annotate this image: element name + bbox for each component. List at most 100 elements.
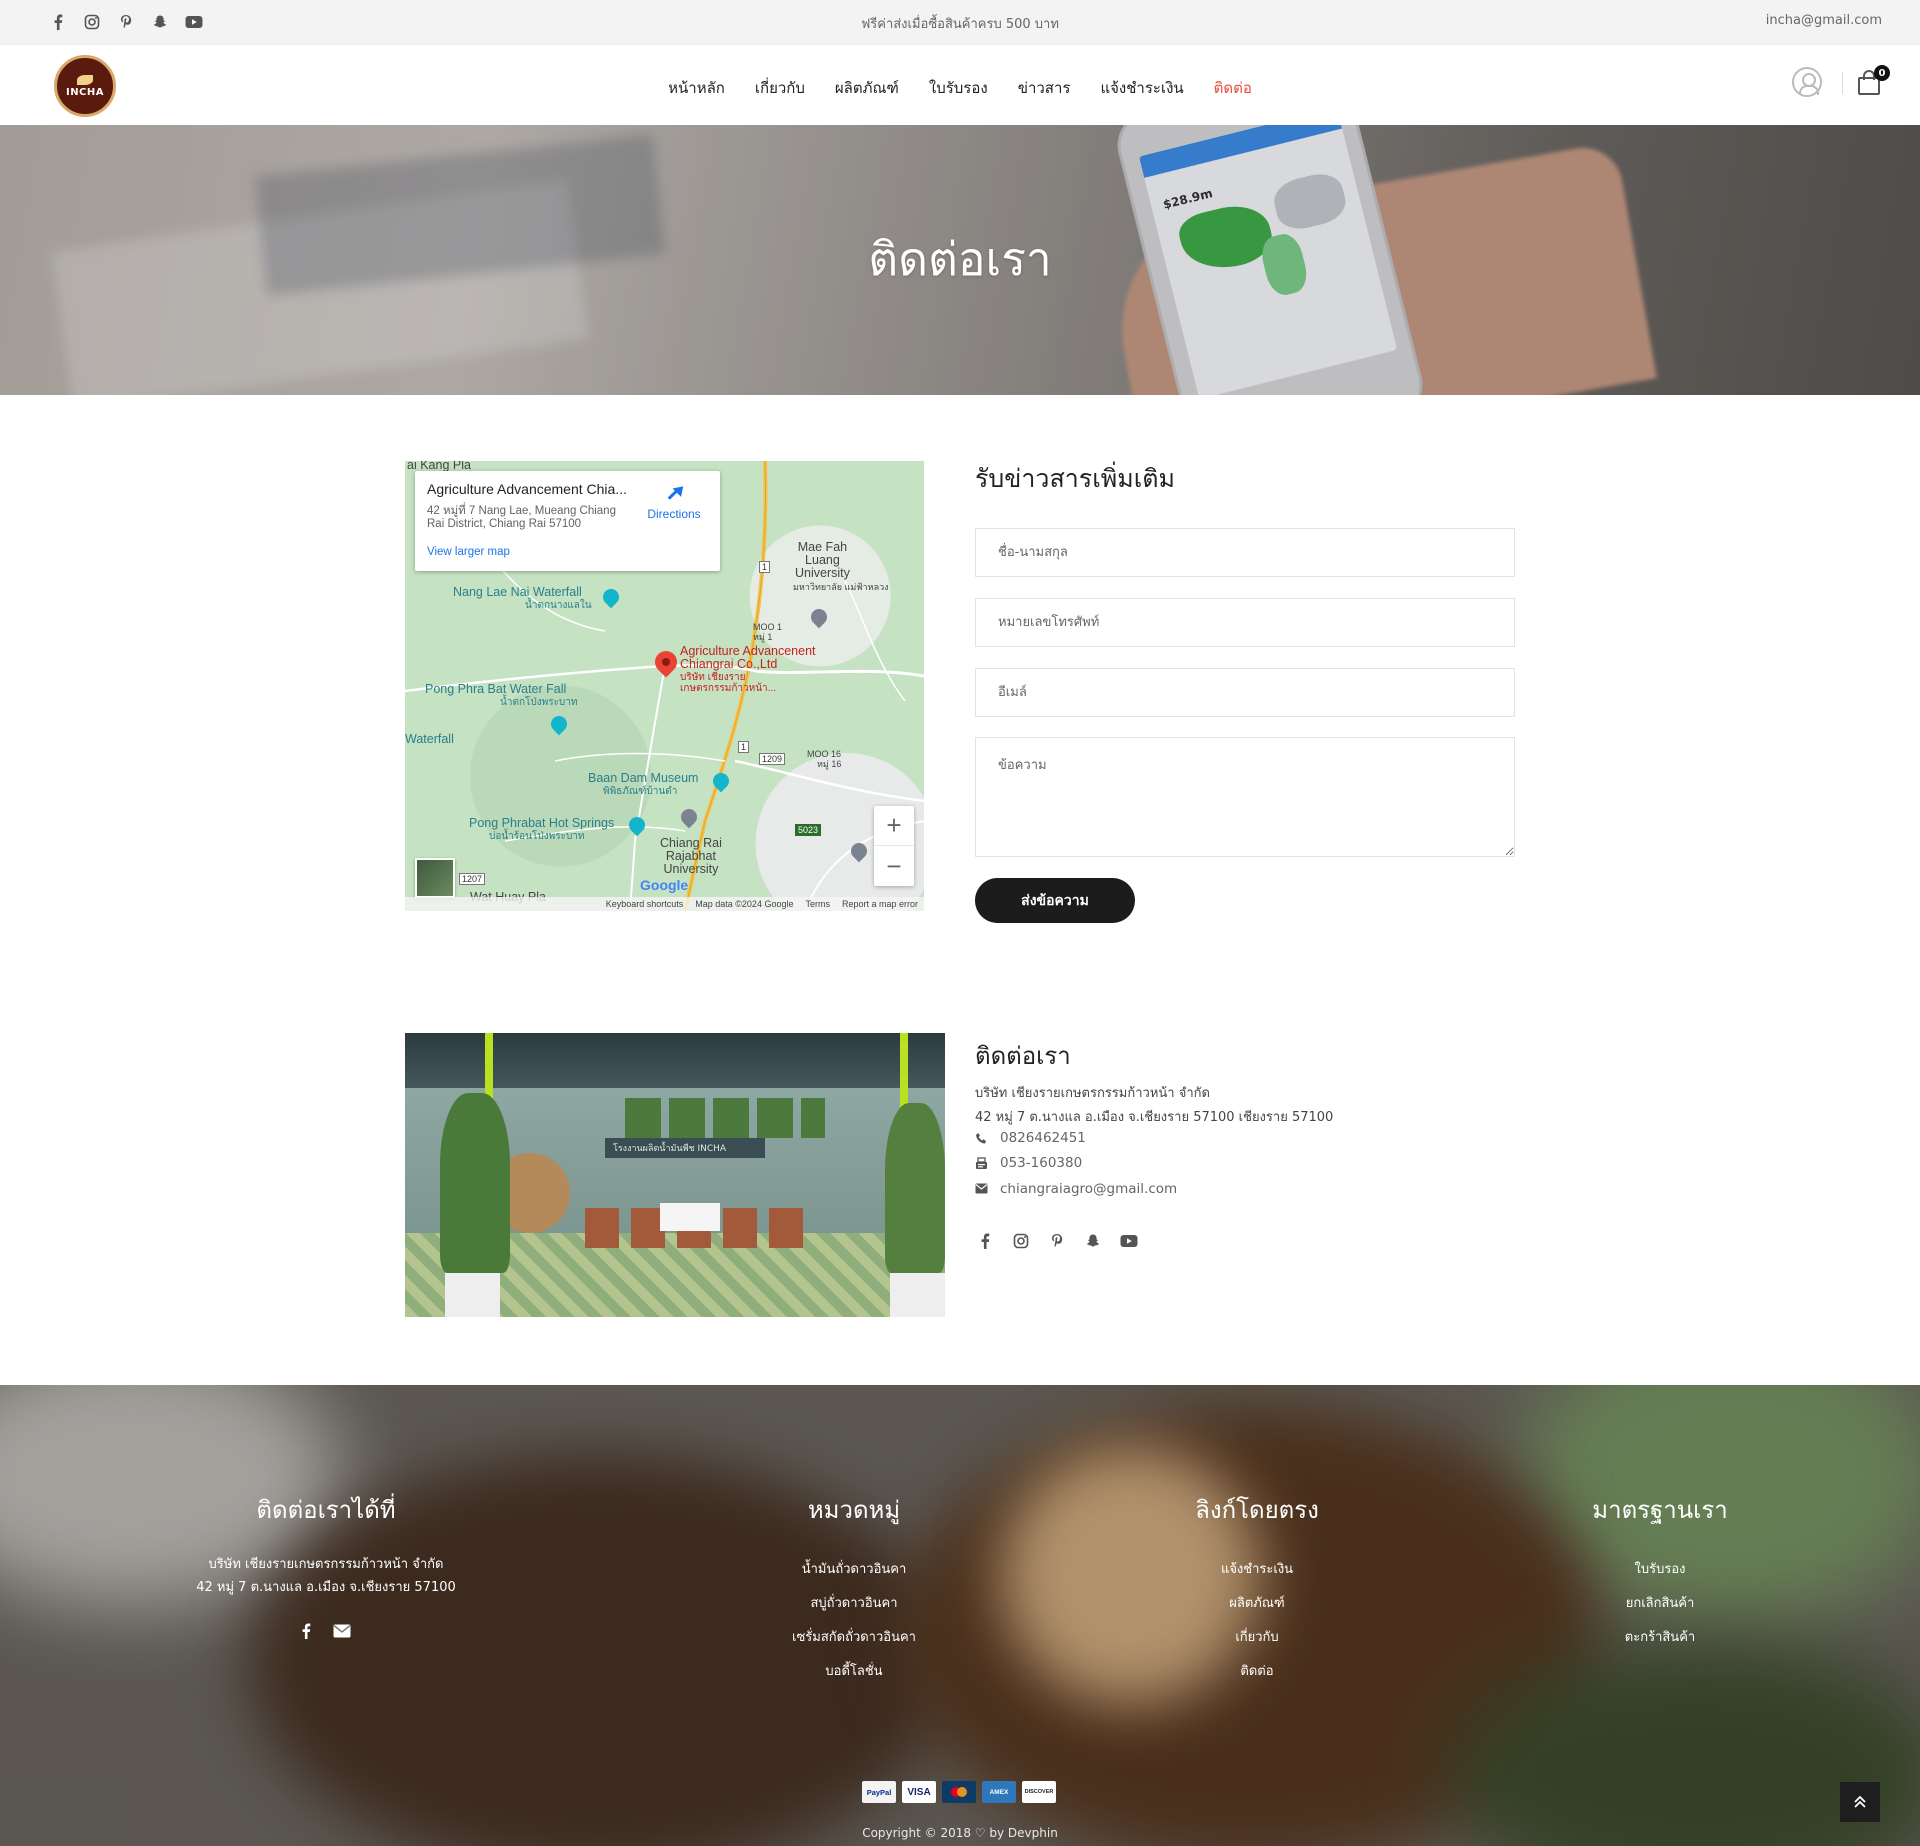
map-label: Baan Dam Museum: [588, 771, 699, 785]
footer-link[interactable]: ใบรับรอง: [1540, 1553, 1780, 1587]
nav-item-contact[interactable]: ติดต่อ: [1214, 76, 1252, 100]
map-label: บ่อน้ำร้อนโป่งพระบาท: [489, 831, 585, 842]
send-message-button[interactable]: ส่งข้อความ: [975, 878, 1135, 923]
footer-category-title: หมวดหมู่: [807, 1496, 901, 1524]
footer-link[interactable]: ตะกร้าสินค้า: [1540, 1621, 1780, 1655]
footer-link[interactable]: บอดี้โลชั่น: [714, 1655, 994, 1689]
discover-icon: DISCOVER: [1022, 1781, 1056, 1803]
google-map-embed[interactable]: ai Kang Pla Mae Fah Luang University มหา…: [405, 461, 924, 911]
photo-wall-pictures: [625, 1098, 825, 1138]
footer-category-column: หมวดหมู่ น้ำมันถั่วดาวอินคา สบู่ถั่วดาวอ…: [714, 1490, 994, 1689]
photo-plant: [440, 1093, 510, 1273]
map-label: Chiang Rai Rajabhat University: [660, 837, 722, 876]
directions-button[interactable]: Directions: [644, 485, 704, 521]
user-account-icon[interactable]: [1792, 67, 1822, 97]
footer-address: 42 หมู่ 7 ต.นางแล อ.เมือง จ.เชียงราย 571…: [196, 1580, 456, 1595]
map-label: หมู่ 1: [753, 632, 773, 642]
mastercard-icon: [942, 1781, 976, 1803]
map-terms-link[interactable]: Terms: [805, 899, 830, 909]
cart-count-badge: 0: [1874, 65, 1890, 81]
view-larger-map-link[interactable]: View larger map: [427, 546, 708, 558]
footer-company: บริษัท เชียงรายเกษตรกรรมก้าวหน้า จำกัด: [208, 1557, 444, 1572]
zoom-in-button[interactable]: +: [874, 806, 914, 846]
contact-email[interactable]: chiangraiagro@gmail.com: [1000, 1181, 1177, 1197]
scroll-to-top-button[interactable]: [1840, 1782, 1880, 1822]
phone-input[interactable]: [975, 598, 1515, 647]
map-data-text: Map data ©2024 Google: [695, 899, 794, 909]
message-textarea[interactable]: [975, 737, 1515, 857]
visa-icon: VISA: [902, 1781, 936, 1803]
zoom-out-button[interactable]: −: [874, 846, 914, 886]
facebook-icon[interactable]: [301, 1623, 311, 1643]
photo-plant: [885, 1103, 945, 1273]
email-input[interactable]: [975, 668, 1515, 717]
footer-direct-links-column: ลิงก์โดยตรง แจ้งชำระเงิน ผลิตภัณฑ์ เกี่ย…: [1137, 1490, 1377, 1689]
footer-link[interactable]: สบู่ถั่วดาวอินคา: [714, 1587, 994, 1621]
photo-bench: [660, 1203, 720, 1231]
footer-contact-title: ติดต่อเราได้ที่: [256, 1496, 396, 1524]
footer-direct-links-title: ลิงก์โดยตรง: [1195, 1496, 1319, 1524]
page-title: ติดต่อเรา: [868, 232, 1052, 286]
map-place-address: 42 หมู่ที่ 7 Nang Lae, Mueang Chiang Rai…: [427, 505, 616, 530]
map-place-name: Agriculture Advancement Chia...: [427, 481, 627, 497]
nav-item-home[interactable]: หน้าหลัก: [668, 76, 725, 100]
pinterest-icon[interactable]: [1047, 1231, 1067, 1251]
instagram-icon[interactable]: [1011, 1231, 1031, 1251]
site-footer: ติดต่อเราได้ที่ บริษัท เชียงรายเกษตรกรรม…: [0, 1385, 1920, 1846]
newsletter-form-title: รับข่าวสารเพิ่มเติม: [975, 464, 1175, 493]
company-name: บริษัท เชียงรายเกษตรกรรมก้าวหน้า จำกัด: [975, 1086, 1210, 1101]
map-label: Pong Phrabat Hot Springs: [469, 816, 615, 830]
contact-fax: 053-160380: [1000, 1155, 1083, 1171]
map-label: น้ำตกนางแลใน: [525, 600, 592, 611]
cart-icon[interactable]: 0: [1858, 65, 1890, 95]
footer-link[interactable]: แจ้งชำระเงิน: [1137, 1553, 1377, 1587]
road-shield: 1209: [759, 753, 786, 765]
map-report-link[interactable]: Report a map error: [842, 899, 918, 909]
map-label: น้ำตกโป่งพระบาท: [500, 697, 578, 708]
main-menu: หน้าหลัก เกี่ยวกับ ผลิตภัณฑ์ ใบรับรอง ข่…: [0, 76, 1920, 100]
facebook-icon[interactable]: [975, 1231, 995, 1251]
main-navbar: INCHA หน้าหลัก เกี่ยวกับ ผลิตภัณฑ์ ใบรับ…: [0, 45, 1920, 125]
map-label: Mae Fah Luang University: [795, 541, 850, 580]
contact-phone[interactable]: 0826462451: [1000, 1130, 1086, 1146]
factory-photo: โรงงานผลิตน้ำมันพืช INCHA: [405, 1033, 945, 1317]
nav-item-news[interactable]: ข่าวสาร: [1018, 76, 1071, 100]
footer-link[interactable]: เกี่ยวกับ: [1137, 1621, 1377, 1655]
map-zoom-controls: + −: [874, 806, 914, 886]
directions-label: Directions: [647, 507, 701, 521]
paypal-icon: PayPal: [862, 1781, 896, 1803]
footer-contact-icons: [176, 1623, 476, 1643]
footer-link[interactable]: ยกเลิกสินค้า: [1540, 1587, 1780, 1621]
nav-item-certificates[interactable]: ใบรับรอง: [929, 76, 988, 100]
fax-icon: [975, 1157, 989, 1171]
top-bar: ฟรีค่าส่งเมื่อซื้อสินค้าครบ 500 บาท inch…: [0, 0, 1920, 45]
payment-methods: PayPal VISA AMEX DISCOVER: [862, 1781, 1056, 1803]
nav-item-products[interactable]: ผลิตภัณฑ์: [835, 76, 899, 100]
envelope-icon: [975, 1183, 989, 1197]
nav-item-payment[interactable]: แจ้งชำระเงิน: [1100, 76, 1183, 100]
map-pin-label: Chiangrai Co.,Ltd: [680, 657, 778, 671]
contact-social-links: [975, 1231, 1139, 1251]
photo-sign: โรงงานผลิตน้ำมันพืช INCHA: [605, 1138, 765, 1158]
map-label-line: University: [795, 566, 850, 580]
footer-link[interactable]: ติดต่อ: [1137, 1655, 1377, 1689]
directions-icon: [664, 485, 684, 505]
youtube-icon[interactable]: [1119, 1231, 1139, 1251]
map-label: Nang Lae Nai Waterfall: [453, 585, 582, 599]
road-shield: 5023: [795, 824, 822, 836]
top-email[interactable]: incha@gmail.com: [1766, 13, 1882, 28]
envelope-icon[interactable]: [333, 1623, 351, 1643]
footer-link[interactable]: น้ำมันถั่วดาวอินคา: [714, 1553, 994, 1587]
footer-link[interactable]: เซรั่มสกัดถั่วดาวอินคา: [714, 1621, 994, 1655]
footer-link[interactable]: ผลิตภัณฑ์: [1137, 1587, 1377, 1621]
double-chevron-up-icon: [1854, 1795, 1866, 1808]
satellite-toggle[interactable]: [415, 858, 455, 898]
map-place-card: Agriculture Advancement Chia... 42 หมู่ท…: [415, 471, 720, 571]
footer-standards-column: มาตรฐานเรา ใบรับรอง ยกเลิกสินค้า ตะกร้าส…: [1540, 1490, 1780, 1655]
map-label-line: University: [663, 862, 719, 876]
nav-item-about[interactable]: เกี่ยวกับ: [755, 76, 805, 100]
name-input[interactable]: [975, 528, 1515, 577]
map-shortcuts-link[interactable]: Keyboard shortcuts: [606, 899, 684, 909]
snapchat-icon[interactable]: [1083, 1231, 1103, 1251]
map-label: Waterfall: [405, 732, 454, 746]
